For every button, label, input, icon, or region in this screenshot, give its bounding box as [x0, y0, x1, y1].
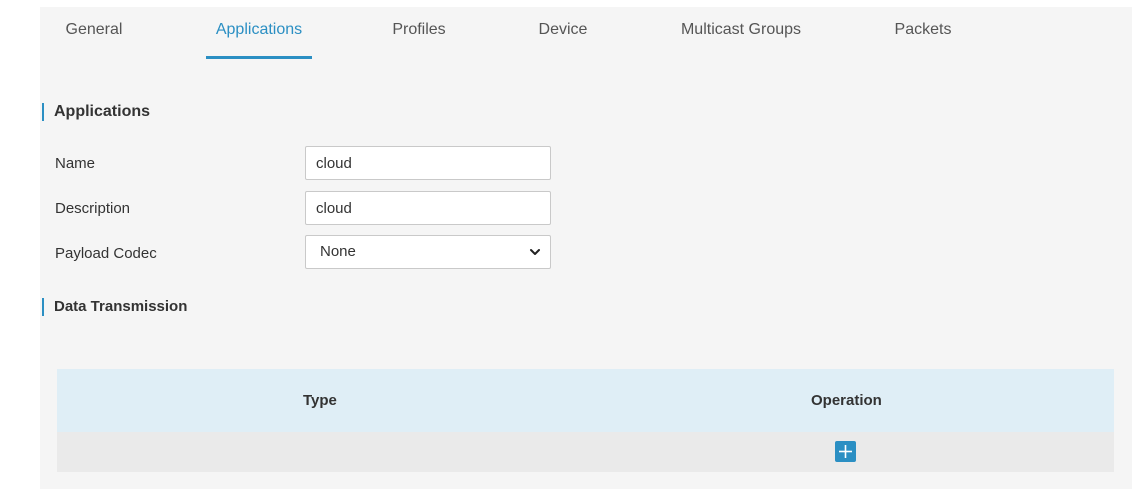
data-transmission-section-title: Data Transmission	[42, 298, 187, 316]
plus-icon	[839, 445, 852, 458]
tab-device[interactable]: Device	[523, 7, 603, 59]
tab-profiles[interactable]: Profiles	[377, 7, 461, 59]
description-label: Description	[55, 200, 131, 217]
tab-packets[interactable]: Packets	[878, 7, 968, 59]
tab-multicast-groups[interactable]: Multicast Groups	[663, 7, 819, 59]
payload-codec-label: Payload Codec	[55, 245, 157, 262]
table-header: Type Operation	[57, 369, 1114, 432]
name-input[interactable]	[305, 146, 551, 180]
tab-general[interactable]: General	[50, 7, 138, 59]
tab-applications[interactable]: Applications	[206, 7, 312, 59]
add-transmission-button[interactable]	[835, 441, 856, 462]
data-transmission-table: Type Operation	[57, 369, 1114, 472]
chevron-down-icon	[530, 249, 540, 255]
column-header-type: Type	[303, 392, 337, 409]
column-header-operation: Operation	[811, 392, 882, 409]
description-input[interactable]	[305, 191, 551, 225]
table-row	[57, 432, 1114, 472]
name-label: Name	[55, 155, 96, 172]
application-edit-page: General Applications Profiles Device Mul…	[40, 7, 1132, 489]
tab-bar: General Applications Profiles Device Mul…	[40, 7, 1132, 59]
active-tab-indicator	[206, 56, 312, 59]
payload-codec-value: None	[320, 243, 356, 260]
applications-section-title: Applications	[42, 103, 150, 121]
payload-codec-select[interactable]: None	[305, 235, 551, 269]
